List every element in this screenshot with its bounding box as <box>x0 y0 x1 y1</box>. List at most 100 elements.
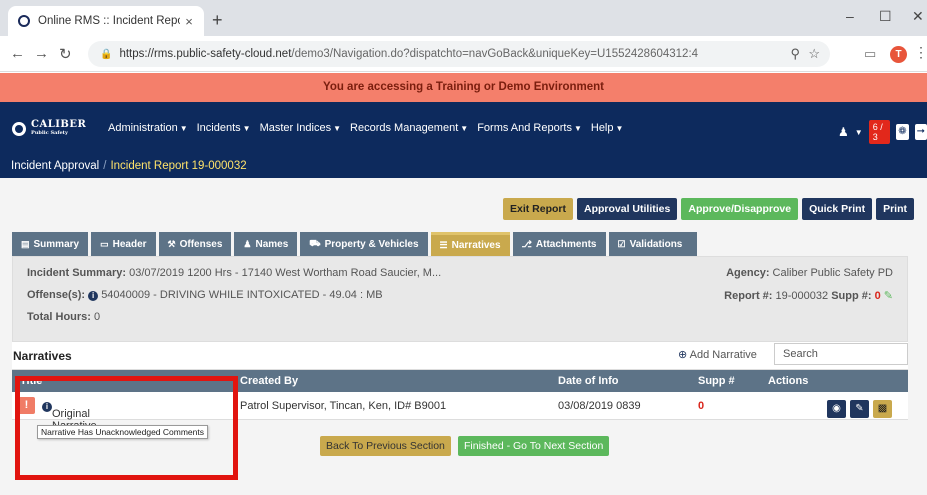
caret-down-icon: ▼ <box>615 124 624 133</box>
caret-down-icon: ▼ <box>460 124 469 133</box>
user-icon[interactable]: ♟ <box>838 125 849 139</box>
total-hours-row: Total Hours: 0 <box>27 311 100 323</box>
exit-report-button[interactable]: Exit Report <box>502 198 573 220</box>
gavel-icon: ⚒ <box>167 238 176 249</box>
zoom-icon[interactable]: ⚲ <box>790 46 800 62</box>
browser-tab-bar: Online RMS :: Incident Report × + – ☐ ✕ <box>0 0 927 36</box>
edit-icon[interactable]: ✎ <box>850 400 869 418</box>
incident-summary-row: Incident Summary: 03/07/2019 1200 Hrs - … <box>27 267 441 279</box>
narratives-toolbar: Narratives ⊕ Add Narrative Search <box>12 342 908 370</box>
address-bar[interactable]: 🔒 https://rms.public-safety-cloud.net/de… <box>88 41 830 67</box>
column-created-by[interactable]: Created By <box>240 375 298 387</box>
user-caret-icon[interactable]: ▼ <box>855 128 863 137</box>
extension-icon[interactable]: ▭ <box>864 46 876 62</box>
tab-names[interactable]: ♟ Names <box>234 232 298 256</box>
offenses-label: Offense(s): <box>27 289 86 301</box>
supp-label: Supp #: <box>831 290 872 302</box>
report-tabs: ▤ Summary ▭ Header ⚒ Offenses ♟ Names ⛟ Prope… <box>12 232 697 256</box>
list-icon: ▤ <box>21 238 30 249</box>
trash-icon[interactable]: ▩ <box>873 400 892 418</box>
window-icon: ▭ <box>100 238 109 249</box>
close-tab-icon[interactable]: × <box>180 14 198 29</box>
user-icon: ♟ <box>243 238 252 249</box>
reload-icon[interactable]: ↻ <box>59 45 72 63</box>
back-arrow-icon[interactable]: ← <box>10 45 25 62</box>
add-narrative-button[interactable]: ⊕ Add Narrative <box>678 348 757 361</box>
edit-icon[interactable]: ✎ <box>884 290 893 302</box>
quick-print-button[interactable]: Quick Print <box>802 198 873 220</box>
narrative-created-by: Patrol Supervisor, Tincan, Ken, ID# B900… <box>240 400 447 412</box>
tab-offenses[interactable]: ⚒ Offenses <box>158 232 232 256</box>
total-hours-value: 0 <box>94 311 101 323</box>
caret-down-icon: ▼ <box>573 124 582 133</box>
logout-icon[interactable]: ➞ <box>914 124 927 140</box>
lock-icon: 🔒 <box>100 48 113 60</box>
agency-value: Caliber Public Safety PD <box>772 267 893 279</box>
tab-property-vehicles[interactable]: ⛟ Property & Vehicles <box>300 232 428 256</box>
breadcrumb: Incident Approval / Incident Report 19-000… <box>11 160 247 172</box>
caret-down-icon: ▼ <box>179 124 188 133</box>
approve-disapprove-button[interactable]: Approve/Disapprove <box>681 198 799 220</box>
offenses-value: 54040009 - DRIVING WHILE INTOXICATED - 4… <box>101 289 383 301</box>
view-icon[interactable]: ◉ <box>827 400 846 418</box>
brand-subtitle: Public Safety <box>31 130 68 136</box>
browser-tab-title: Online RMS :: Incident Report <box>38 15 180 27</box>
profile-avatar[interactable]: T <box>890 46 907 63</box>
caret-down-icon: ▼ <box>333 124 342 133</box>
menu-forms-and-reports[interactable]: Forms And Reports ▼ <box>477 122 582 134</box>
agency-row: Agency: Caliber Public Safety PD <box>726 267 893 279</box>
browser-tab[interactable]: Online RMS :: Incident Report × <box>8 6 204 36</box>
menu-administration[interactable]: Administration ▼ <box>108 122 188 134</box>
forward-arrow-icon[interactable]: → <box>34 45 49 62</box>
tab-narratives[interactable]: ☰ Narratives <box>430 232 510 256</box>
column-supp[interactable]: Supp # <box>698 375 735 387</box>
print-button[interactable]: Print <box>876 198 914 220</box>
agency-label: Agency: <box>726 267 770 279</box>
caliber-logo[interactable]: CALIBER Public Safety <box>12 120 86 138</box>
url-path: /demo3/Navigation.do?dispatchto=navGoBac… <box>291 48 699 60</box>
menu-help[interactable]: Help ▼ <box>591 122 624 134</box>
site-favicon-icon <box>18 15 30 27</box>
breadcrumb-separator: / <box>103 160 107 172</box>
url-host: https://rms.public-safety-cloud.net <box>119 48 292 60</box>
breadcrumb-parent[interactable]: Incident Approval <box>11 160 99 172</box>
back-to-previous-section-button[interactable]: Back To Previous Section <box>320 436 451 456</box>
tab-summary[interactable]: ▤ Summary <box>12 232 89 256</box>
column-actions: Actions <box>768 375 809 387</box>
plus-circle-icon: ⊕ <box>678 349 688 361</box>
info-icon[interactable]: i <box>88 291 99 301</box>
incident-summary-value: 03/07/2019 1200 Hrs - 17140 West Wortham… <box>129 267 442 279</box>
approval-utilities-button[interactable]: Approval Utilities <box>577 198 678 220</box>
column-date-of-info[interactable]: Date of Info <box>558 375 619 387</box>
settings-icon[interactable]: ❁ <box>896 124 909 140</box>
star-icon[interactable]: ☆ <box>808 46 820 62</box>
report-number-value: 19-000032 <box>775 290 829 302</box>
incident-summary-label: Incident Summary: <box>27 267 127 279</box>
menu-master-indices[interactable]: Master Indices ▼ <box>260 122 341 134</box>
browser-menu-icon[interactable]: ⋮ <box>914 44 927 61</box>
total-hours-label: Total Hours: <box>27 311 91 323</box>
app-header: CALIBER Public Safety Administration ▼ Inc… <box>0 102 927 178</box>
highlight-box <box>15 376 238 480</box>
tab-attachments[interactable]: ⎇ Attachments <box>512 232 606 256</box>
new-tab-button[interactable]: + <box>212 10 223 31</box>
tab-header[interactable]: ▭ Header <box>91 232 156 256</box>
minimize-icon[interactable]: – <box>846 8 854 24</box>
offenses-row: Offense(s): i 54040009 - DRIVING WHILE I… <box>27 289 383 301</box>
tab-validations[interactable]: ☑ Validations <box>608 232 697 256</box>
main-menu: Administration ▼ Incidents ▼ Master Indice… <box>108 122 623 134</box>
narrative-supp: 0 <box>698 400 705 412</box>
text-icon: ☰ <box>439 240 448 250</box>
browser-toolbar: ← → ↻ 🔒 https://rms.public-safety-cloud.… <box>0 36 927 72</box>
next-section-button[interactable]: Finished - Go To Next Section <box>458 436 610 456</box>
checklist-icon: ☑ <box>617 238 626 249</box>
training-banner: You are accessing a Training or Demo Env… <box>0 73 927 102</box>
maximize-icon[interactable]: ☐ <box>879 8 892 25</box>
menu-records-management[interactable]: Records Management ▼ <box>350 122 468 134</box>
menu-incidents[interactable]: Incidents ▼ <box>197 122 251 134</box>
close-window-icon[interactable]: ✕ <box>912 8 924 25</box>
supp-value: 0 <box>874 290 881 302</box>
alert-count-badge[interactable]: 6 / 3 <box>868 120 891 144</box>
logo-ring-icon <box>12 122 26 136</box>
search-input[interactable]: Search <box>774 343 908 365</box>
